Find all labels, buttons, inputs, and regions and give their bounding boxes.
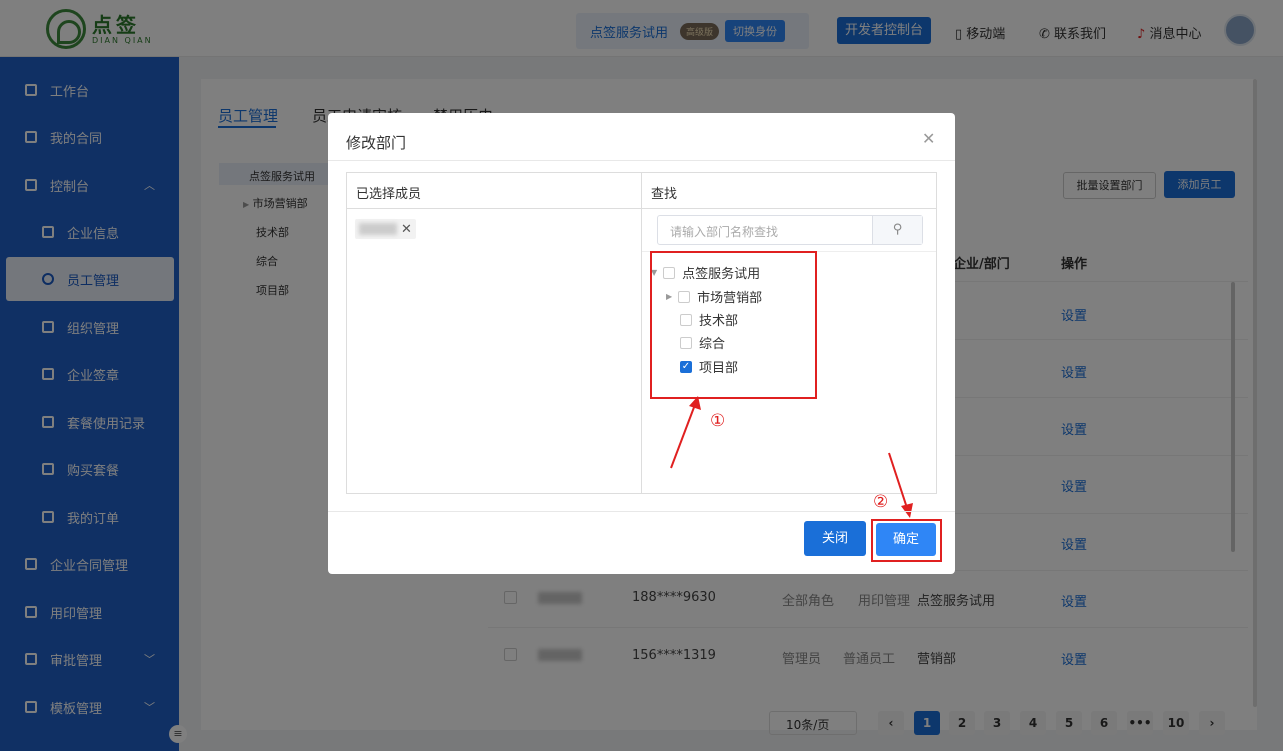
transfer-panel: 已选择成员 查找 ✕ 请输入部门名称查找 ⚲ ▼ 点签服务试用 ▶ 市场营销部 技术… bbox=[346, 172, 937, 494]
annotation-arrow-2 bbox=[888, 452, 913, 518]
dept-search: 请输入部门名称查找 ⚲ bbox=[657, 215, 923, 245]
search-input[interactable]: 请输入部门名称查找 bbox=[670, 223, 778, 240]
selected-member-tag: ✕ bbox=[355, 219, 416, 239]
annotation-1: ① bbox=[710, 411, 726, 431]
blurred-name bbox=[359, 223, 397, 235]
annotation-box-1 bbox=[650, 251, 817, 399]
annotation-arrow-1 bbox=[670, 396, 701, 469]
edit-dept-dialog: 修改部门 ✕ 已选择成员 查找 ✕ 请输入部门名称查找 ⚲ ▼ 点签服务试用 ▶ 市… bbox=[328, 113, 955, 574]
search-header: 查找 bbox=[651, 187, 678, 202]
confirm-button[interactable]: 确定 bbox=[876, 523, 936, 556]
close-icon[interactable]: ✕ bbox=[922, 129, 935, 148]
divider bbox=[328, 160, 955, 161]
selected-header: 已选择成员 bbox=[356, 187, 422, 202]
search-icon[interactable]: ⚲ bbox=[872, 216, 922, 244]
remove-icon[interactable]: ✕ bbox=[401, 222, 412, 237]
divider bbox=[328, 511, 955, 512]
close-button[interactable]: 关闭 bbox=[804, 521, 866, 556]
divider bbox=[641, 173, 642, 493]
dialog-title: 修改部门 bbox=[346, 134, 407, 152]
